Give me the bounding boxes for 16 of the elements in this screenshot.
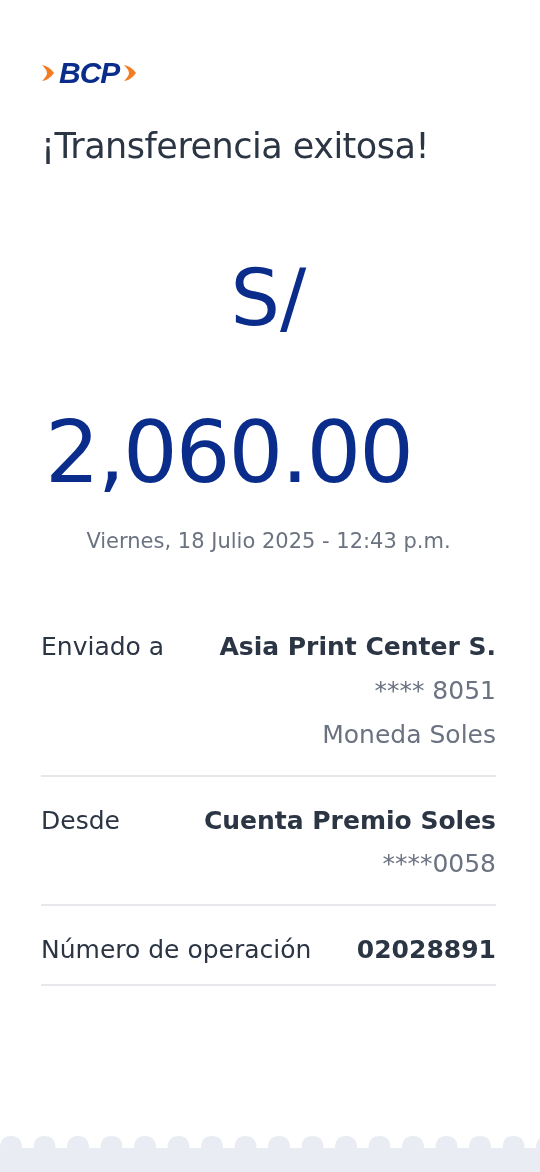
detail-label: Número de operación: [41, 934, 312, 967]
currency-symbol: S/: [229, 252, 308, 345]
detail-value: **** 8051: [373, 675, 496, 708]
detail-label: Desde: [41, 804, 120, 837]
detail-value: Moneda Soles: [321, 718, 496, 751]
logo-text: BCP: [59, 58, 120, 88]
detail-value: Cuenta Premio Soles: [203, 804, 496, 837]
chevron-icon: [41, 63, 55, 83]
detail-value: 02028891: [356, 934, 496, 967]
page-title: ¡Transferencia exitosa!: [41, 125, 430, 167]
chevron-icon: [123, 63, 138, 83]
detail-value: Asia Print Center S.: [219, 631, 496, 664]
amount-value: 2,060.00: [44, 400, 413, 504]
detail-label: Enviado a: [41, 631, 165, 664]
date-time: Viernes, 18 Julio 2025 - 12:43 p.m.: [85, 527, 452, 555]
detail-value: ****0058: [381, 848, 496, 881]
